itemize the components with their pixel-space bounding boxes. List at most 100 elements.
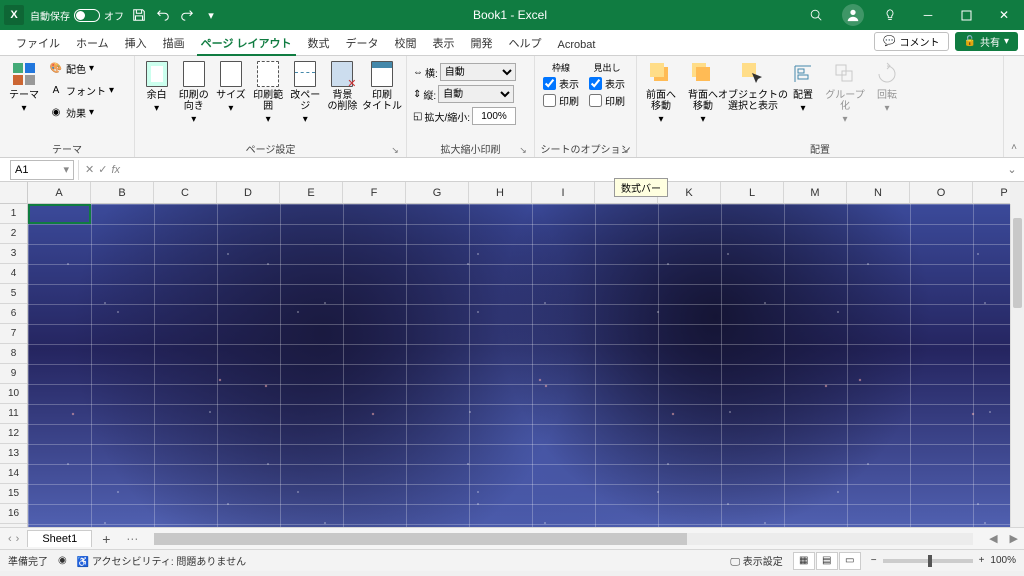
rotate-button[interactable]: 回転▾ [867,58,907,116]
col-header-H[interactable]: H [469,182,532,203]
redo-icon[interactable] [178,6,196,24]
share-button[interactable]: 🔓共有▾ [955,32,1018,51]
background-button[interactable]: ✕背景 の削除 [325,58,360,114]
save-icon[interactable] [130,6,148,24]
row-header-12[interactable]: 12 [0,424,27,444]
view-page-layout-icon[interactable]: ▤ [816,552,838,570]
new-sheet-button[interactable]: + [92,531,120,547]
accessibility-status[interactable]: ♿ アクセシビリティ: 問題ありません [77,553,246,568]
tab-home[interactable]: ホーム [68,31,117,55]
col-header-P[interactable]: P [973,182,1024,203]
tab-data[interactable]: データ [338,31,387,55]
close-button[interactable]: ✕ [988,2,1020,28]
row-headers[interactable]: 12345678910111213141516 [0,204,28,527]
tab-file[interactable]: ファイル [8,31,68,55]
autosave-toggle[interactable]: 自動保存 オフ [30,8,124,23]
sheet-nav-next-icon[interactable]: › [16,533,20,545]
zoom-value[interactable]: 100% [990,555,1016,566]
lightbulb-icon[interactable] [874,2,906,28]
sheet-options-launcher-icon[interactable]: ↘ [620,145,630,155]
sheet-overflow-icon[interactable]: ⋯ [120,532,144,546]
theme-fonts-button[interactable]: Aフォント ▾ [46,80,117,100]
col-header-G[interactable]: G [406,182,469,203]
col-header-B[interactable]: B [91,182,154,203]
tab-developer[interactable]: 開発 [463,31,501,55]
select-all-corner[interactable] [0,182,28,204]
print-titles-button[interactable]: 印刷 タイトル [362,58,402,114]
column-headers[interactable]: ABCDEFGHIJKLMNOP [28,182,1010,204]
zoom-slider[interactable] [883,559,973,563]
col-header-L[interactable]: L [721,182,784,203]
vscroll-thumb[interactable] [1013,218,1022,308]
fit-height-select[interactable]: 自動 [438,85,514,103]
fx-icon[interactable]: fx [111,164,120,176]
headings-print-checkbox[interactable]: 印刷 [589,93,625,108]
maximize-button[interactable] [950,2,982,28]
vertical-scrollbar[interactable] [1010,204,1024,527]
col-header-A[interactable]: A [28,182,91,203]
scale-input[interactable] [472,107,516,125]
size-button[interactable]: サイズ▾ [213,58,248,116]
tab-page-layout[interactable]: ページ レイアウト [193,31,300,55]
row-header-5[interactable]: 5 [0,284,27,304]
col-header-I[interactable]: I [532,182,595,203]
align-button[interactable]: 配置▾ [783,58,823,116]
tab-acrobat[interactable]: Acrobat [550,35,604,55]
margins-button[interactable]: 余白▾ [139,58,174,116]
col-header-F[interactable]: F [343,182,406,203]
row-header-2[interactable]: 2 [0,224,27,244]
view-normal-icon[interactable]: ▦ [793,552,815,570]
orientation-button[interactable]: 印刷の 向き▾ [176,58,211,127]
tab-draw[interactable]: 描画 [155,31,193,55]
zoom-control[interactable]: − + 100% [871,555,1016,566]
row-header-9[interactable]: 9 [0,364,27,384]
group-objects-button[interactable]: グループ化▾ [825,58,865,127]
row-header-1[interactable]: 1 [0,204,27,224]
send-backward-button[interactable]: 背面へ 移動▾ [683,58,723,127]
tab-insert[interactable]: 挿入 [117,31,155,55]
hscroll-left-icon[interactable]: ◀ [983,532,1003,545]
tab-formulas[interactable]: 数式 [300,31,338,55]
scale-launcher-icon[interactable]: ↘ [518,145,528,155]
theme-colors-button[interactable]: 🎨配色 ▾ [46,58,117,78]
theme-effects-button[interactable]: ◉効果 ▾ [46,102,117,122]
fit-width-select[interactable]: 自動 [440,63,516,81]
row-header-14[interactable]: 14 [0,464,27,484]
tab-help[interactable]: ヘルプ [501,31,550,55]
comments-button[interactable]: 💬コメント [874,32,948,51]
col-header-E[interactable]: E [280,182,343,203]
tab-view[interactable]: 表示 [425,31,463,55]
row-header-6[interactable]: 6 [0,304,27,324]
row-header-8[interactable]: 8 [0,344,27,364]
print-area-button[interactable]: 印刷範囲▾ [251,58,286,127]
cancel-formula-icon[interactable]: ✕ [85,163,94,176]
col-header-D[interactable]: D [217,182,280,203]
display-settings-button[interactable]: 🖵 表示設定 [730,553,782,568]
enter-formula-icon[interactable]: ✓ [98,163,107,176]
row-header-15[interactable]: 15 [0,484,27,504]
col-header-C[interactable]: C [154,182,217,203]
view-page-break-icon[interactable]: ▭ [839,552,861,570]
bring-forward-button[interactable]: 前面へ 移動▾ [641,58,681,127]
row-header-13[interactable]: 13 [0,444,27,464]
macro-record-icon[interactable]: ◉ [58,555,67,566]
col-header-M[interactable]: M [784,182,847,203]
name-box[interactable]: A1▾ [10,160,74,180]
row-header-16[interactable]: 16 [0,504,27,524]
hscroll-right-icon[interactable]: ▶ [1004,532,1024,545]
breaks-button[interactable]: 改ページ▾ [288,58,323,127]
account-avatar-icon[interactable] [842,4,864,26]
collapse-ribbon-icon[interactable]: ˄ [1004,56,1024,157]
row-header-3[interactable]: 3 [0,244,27,264]
themes-button[interactable]: テーマ▾ [4,58,44,116]
sheet-tab-1[interactable]: Sheet1 [27,530,92,547]
qat-dropdown-icon[interactable]: ▾ [202,6,220,24]
page-setup-launcher-icon[interactable]: ↘ [390,145,400,155]
zoom-out-icon[interactable]: − [871,555,877,566]
undo-icon[interactable] [154,6,172,24]
selection-pane-button[interactable]: オブジェクトの 選択と表示 [725,58,781,114]
row-header-7[interactable]: 7 [0,324,27,344]
tab-review[interactable]: 校閲 [387,31,425,55]
row-header-4[interactable]: 4 [0,264,27,284]
search-icon[interactable] [800,2,832,28]
